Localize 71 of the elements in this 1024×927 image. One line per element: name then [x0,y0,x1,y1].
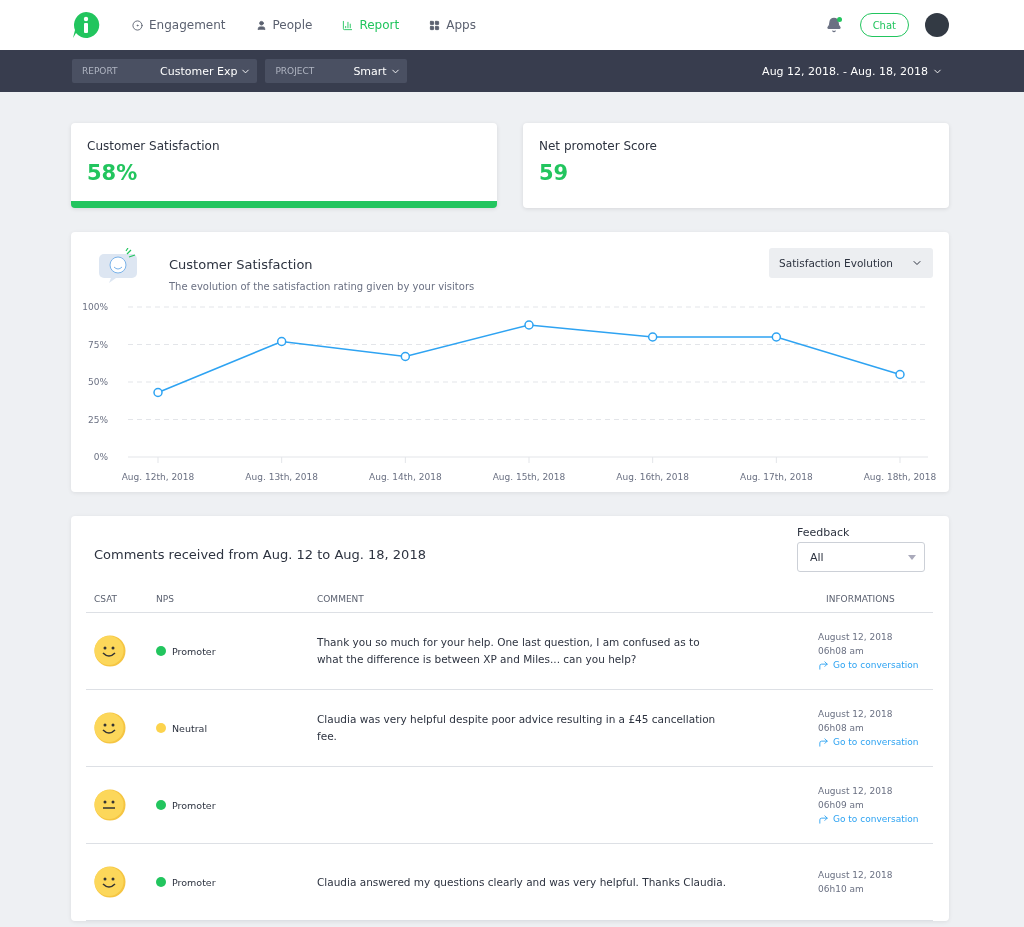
comment-time: 06h08 am [818,645,865,656]
kpi-title: Net promoter Score [539,139,658,153]
data-point [524,320,534,330]
chart-subtitle: The evolution of the satisfaction rating given by your visitors [169,281,475,292]
kpi-card[interactable]: Customer Satisfaction 58% [71,123,497,208]
comments-title: Comments received from Aug. 12 to Aug. 18, 2018 [94,547,426,564]
comment-text: Claudia answered my questions clearly and was very helpful. Thanks Claudia. [317,874,726,890]
date-range-picker[interactable]: Aug 12, 2018. - Aug. 18, 2018 [756,63,949,79]
comment-text: Claudia was very helpful despite poor advice resulting in a £45 cancellation fee. [317,712,717,744]
nav-link[interactable]: Engagement [132,18,226,32]
column-header: CSAT [86,572,148,613]
nps-label: Neutral [172,722,208,734]
axis-label: Aug. 12th, 2018 [121,472,195,482]
field-label: Feedback [797,526,851,539]
neutral-face-icon [94,789,126,821]
axis-label: 100% [82,302,108,312]
data-point [400,351,411,362]
person-icon [255,19,267,31]
comment-date: August 12, 2018 [818,708,894,719]
kpi-value: 58% [87,161,139,185]
column-header: INFORMATIONS [818,572,933,613]
comment-date: August 12, 2018 [818,870,893,880]
data-point [276,336,287,347]
chart-title: Customer Satisfaction [169,257,314,272]
avatar[interactable] [925,13,949,37]
nav-link[interactable]: Apps [429,18,476,32]
axis-label: Aug. 14th, 2018 [369,472,442,482]
filter-dropdown[interactable]: REPORT Customer Exp [72,59,258,83]
data-point [153,387,163,398]
axis-label: Aug. 15th, 2018 [492,472,566,482]
logo-icon [72,11,100,39]
axis-label: 25% [88,414,108,425]
axis-label: Aug. 16th, 2018 [616,472,689,482]
data-point [647,332,658,342]
view-dropdown[interactable]: Satisfaction Evolution [769,248,933,278]
axis-label: 75% [88,339,108,350]
grid-icon [429,19,441,31]
axis-label: Aug. 13th, 2018 [245,472,318,482]
axis-label: 50% [88,377,108,387]
filter-dropdown[interactable]: PROJECT Smart [265,59,407,83]
data-point [895,369,905,380]
bar-chart-icon [342,19,354,31]
comment-date: August 12, 2018 [818,631,894,642]
comment-date: August 12, 2018 [818,785,894,796]
nav-link[interactable]: People [255,18,313,32]
kpi-value: 59 [539,161,570,185]
kpi-title: Customer Satisfaction [87,139,221,153]
smiling-face-icon [94,635,126,667]
comment-time: 06h10 am [818,884,865,894]
caret-icon [908,554,916,560]
axis-label: Aug. 17th, 2018 [740,472,813,482]
comment-time: 06h08 am [818,722,865,733]
nps-label: Promoter [172,645,216,657]
smiling-face-icon [94,866,126,898]
axis-label: 0% [93,452,108,462]
nps-label: Promoter [172,799,216,811]
smiling-face-icon [94,712,126,744]
forward-arrow-icon [818,813,829,825]
comment-text: Thank you so much for your help. One last question, I am confused as to what the difference is between XP and Miles... can you help? [317,635,701,667]
column-header: COMMENT [309,572,818,613]
nps-label: Promoter [172,876,216,888]
target-icon [132,19,143,31]
forward-arrow-icon [818,736,829,748]
comment-time: 06h09 am [818,799,865,810]
column-header: NPS [148,572,309,613]
feedback-select[interactable]: All [797,542,925,572]
forward-arrow-icon [818,659,829,671]
axis-label: Aug. 18th, 2018 [863,472,937,482]
kpi-card[interactable]: Net promoter Score 59 [523,123,949,208]
data-point [771,332,782,342]
notification-bell-icon[interactable] [825,17,842,33]
